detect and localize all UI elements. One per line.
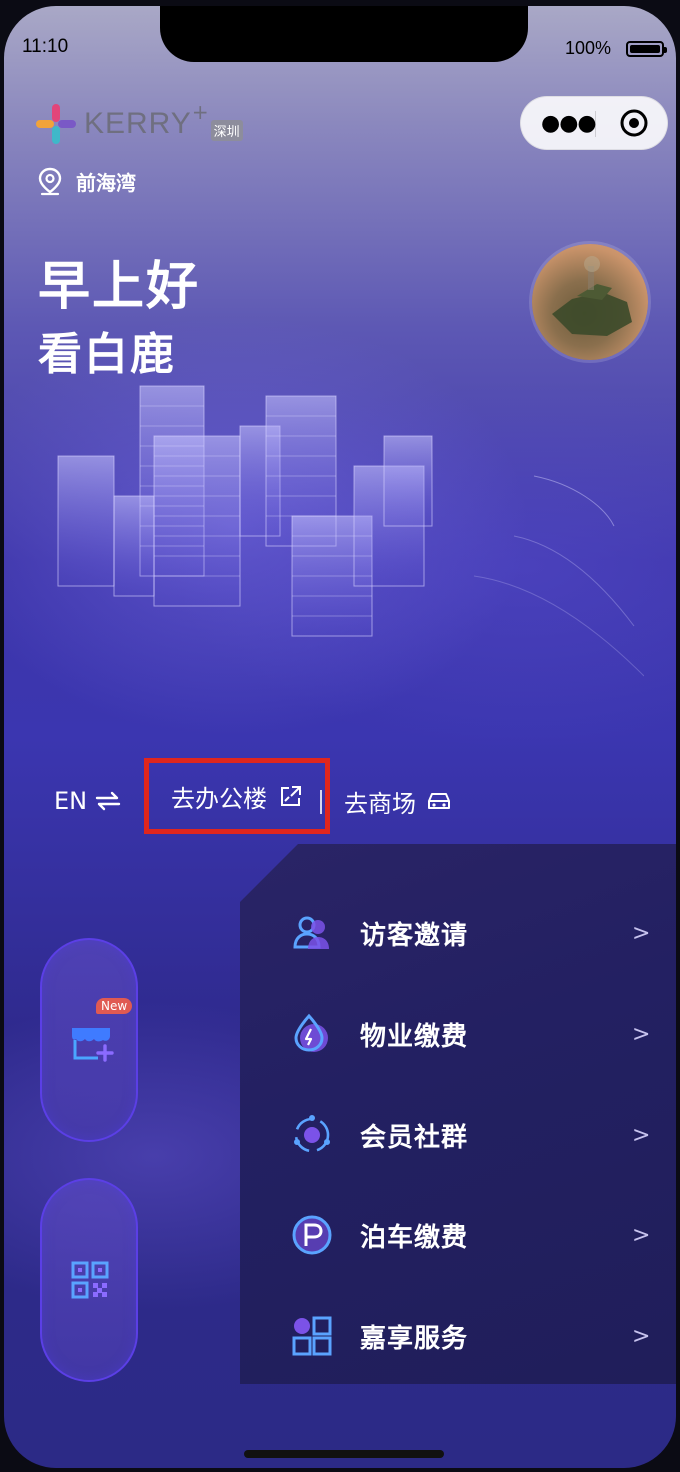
go-mall-button[interactable]: 去商场 [344, 776, 452, 826]
chevron-right-icon: > [632, 1222, 651, 1248]
chevron-right-icon: > [632, 920, 651, 946]
avatar[interactable] [532, 244, 648, 360]
menu-label: 泊车缴费 [360, 1222, 469, 1253]
go-mall-label: 去商场 [344, 789, 416, 818]
menu-label: 物业缴费 [360, 1021, 469, 1052]
community-orbit-icon [294, 1115, 330, 1153]
chevron-right-icon: > [632, 1323, 651, 1349]
brand-name: KERRY [84, 107, 192, 140]
open-external-icon [281, 786, 301, 806]
status-battery-text: 100% [565, 38, 612, 58]
capsule-divider [595, 111, 596, 137]
city-illustration [57, 385, 644, 677]
menu-label: 访客邀请 [360, 920, 469, 951]
store-add-icon [72, 1028, 114, 1062]
language-switch[interactable]: EN [54, 787, 121, 815]
phone-screen: 11:10 100% KERRY + 深圳 ●●● 前海湾 早上好 看白鹿 EN… [4, 6, 676, 1468]
visitor-icon [293, 916, 329, 949]
nav-divider [320, 790, 322, 814]
go-office-label: 去办公楼 [171, 784, 267, 813]
chevron-right-icon: > [632, 1021, 651, 1047]
car-icon [428, 793, 450, 809]
qr-code-icon [71, 1261, 109, 1299]
target-circle-icon[interactable] [619, 108, 649, 138]
grid-service-icon [292, 1316, 332, 1356]
qr-code-button[interactable] [40, 1178, 138, 1382]
swap-arrows-icon [95, 791, 121, 811]
greeting-username: 看白鹿 [38, 329, 176, 380]
notch [160, 6, 528, 62]
nav-row: EN 去办公楼 去商场 [54, 758, 450, 834]
go-office-button[interactable]: 去办公楼 [144, 758, 330, 834]
new-badge: New [96, 998, 133, 1014]
service-menu: 访客邀请 > 物业缴费 > 会员社群 > 泊车缴费 > 嘉享服务 > [240, 844, 676, 1384]
menu-item-property-fee[interactable]: 物业缴费 > [240, 999, 676, 1069]
battery-icon [626, 41, 667, 57]
store-add-button[interactable]: New [40, 938, 138, 1142]
chevron-right-icon: > [632, 1122, 651, 1148]
greeting-title: 早上好 [38, 257, 201, 317]
menu-item-member-community[interactable]: 会员社群 > [240, 1100, 676, 1170]
location-selector[interactable]: 前海湾 [36, 166, 136, 196]
water-drop-icon [294, 1013, 328, 1052]
brand-city: 深圳 [210, 119, 243, 141]
status-time: 11:10 [22, 36, 69, 57]
miniprogram-capsule: ●●● [520, 96, 668, 150]
menu-label: 嘉享服务 [360, 1323, 469, 1354]
menu-item-parking-fee[interactable]: 泊车缴费 > [240, 1200, 676, 1270]
language-label: EN [54, 787, 88, 815]
parking-icon [292, 1215, 332, 1255]
brand-logo: KERRY + 深圳 [34, 100, 243, 146]
location-name: 前海湾 [76, 170, 136, 195]
menu-item-premium-service[interactable]: 嘉享服务 > [240, 1301, 676, 1371]
kerry-logo-icon [34, 102, 78, 146]
home-indicator[interactable] [244, 1450, 444, 1458]
more-dots-icon[interactable]: ●●● [541, 113, 597, 135]
menu-item-visitor[interactable]: 访客邀请 > [240, 898, 676, 968]
brand-plus: + [191, 100, 209, 124]
location-pin-icon [38, 167, 62, 196]
menu-label: 会员社群 [360, 1122, 469, 1153]
